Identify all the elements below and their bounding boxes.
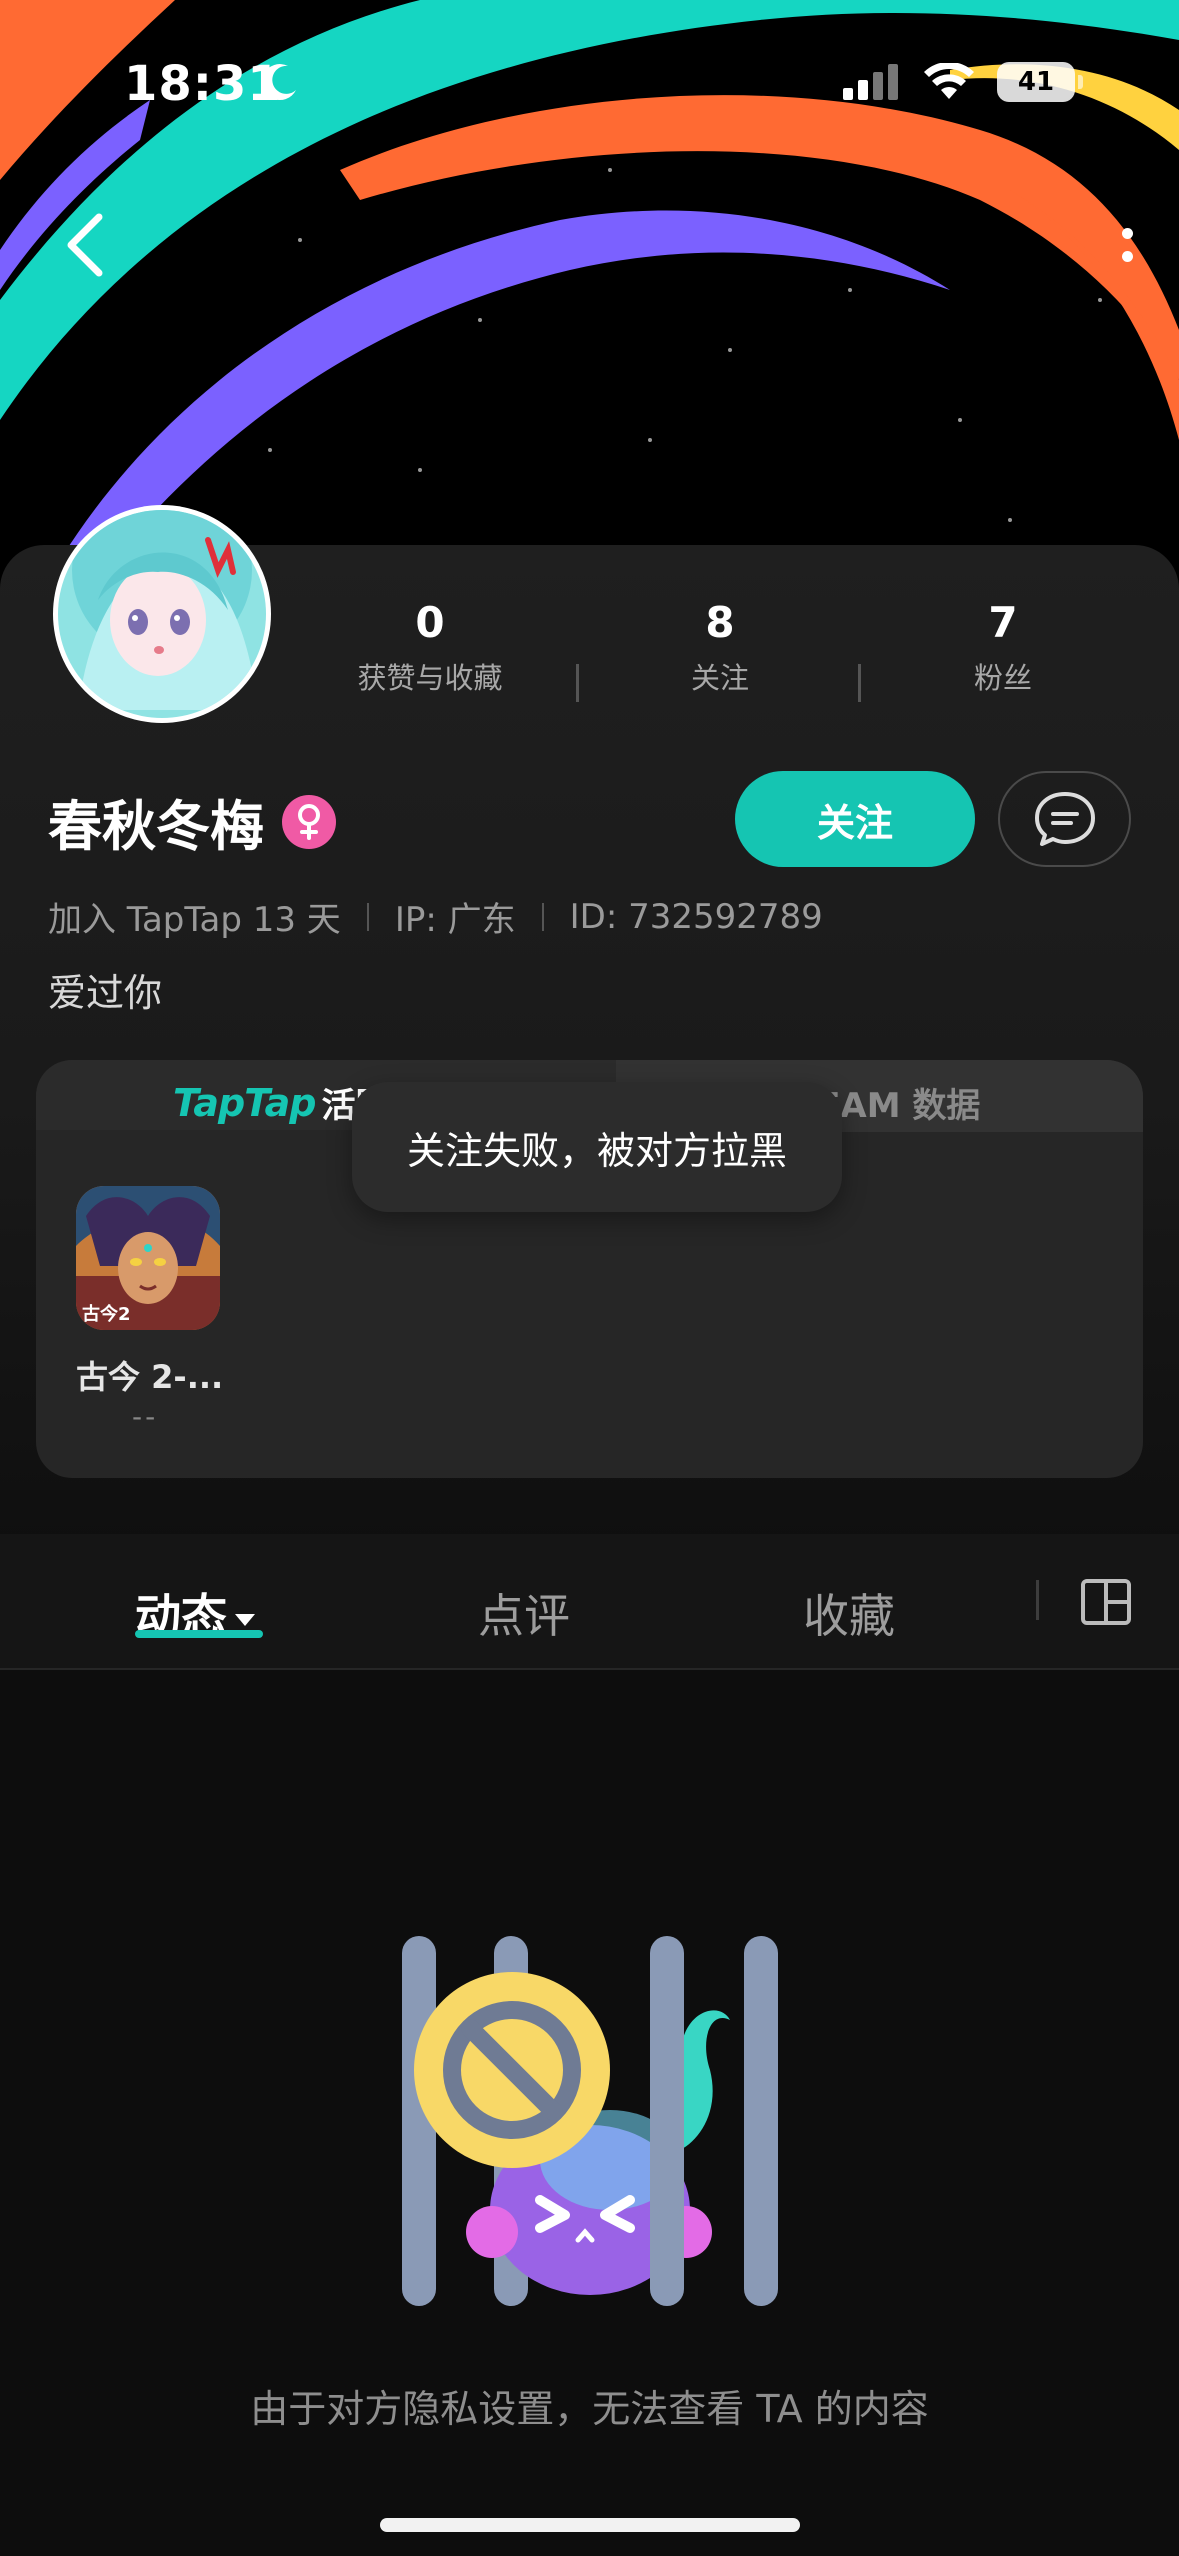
taptap-logo: TapTap	[173, 1080, 317, 1125]
avatar-image	[58, 510, 266, 718]
stat-label: 获赞与收藏	[357, 661, 503, 695]
tab-reviews[interactable]: 点评	[478, 1580, 570, 1646]
stat-following[interactable]: 8 关注	[580, 598, 860, 697]
stat-label: 粉丝	[973, 661, 1032, 695]
game-icon-caption: 古今2	[82, 1304, 131, 1325]
message-icon	[1034, 792, 1095, 846]
game-icon[interactable]: 古今2	[76, 1186, 220, 1330]
user-name: 春秋冬梅	[48, 795, 264, 858]
chevron-left-icon	[67, 213, 103, 277]
joined-days: 加入 TapTap 13 天	[48, 900, 341, 940]
status-icons: 41	[841, 62, 1083, 102]
stat-value: 0	[415, 598, 445, 647]
more-button[interactable]	[1103, 210, 1151, 280]
blocked-illustration	[380, 1910, 800, 2334]
stat-divider	[576, 664, 579, 702]
empty-state-message: 由于对方隐私设置，无法查看 TA 的内容	[250, 2387, 929, 2431]
wifi-icon	[924, 63, 974, 99]
stat-followers[interactable]: 7 粉丝	[863, 598, 1143, 697]
game-score: --	[132, 1400, 159, 1433]
more-dot	[1121, 251, 1133, 262]
tab-divider	[1036, 1580, 1039, 1620]
stat-divider	[858, 664, 861, 702]
ip-location: IP: 广东	[394, 900, 516, 940]
stat-label: 关注	[690, 661, 749, 695]
profile-meta: 加入 TapTap 13 天 IP: 广东 ID: 732592789	[48, 892, 823, 941]
meta-divider	[366, 902, 369, 931]
more-dot	[1121, 228, 1133, 239]
stat-likes[interactable]: 0 获赞与收藏	[290, 598, 570, 697]
home-indicator[interactable]	[380, 2518, 800, 2532]
meta-divider	[541, 902, 544, 931]
toast-message: 关注失败，被对方拉黑	[352, 1082, 842, 1212]
tab-favorites[interactable]: 收藏	[803, 1580, 895, 1646]
user-bio: 爱过你	[48, 971, 163, 1015]
profile-stats: 0 获赞与收藏 8 关注 7 粉丝	[290, 598, 1150, 708]
layout-toggle-button[interactable]	[1076, 1572, 1136, 1632]
caret-down-icon	[235, 1613, 255, 1626]
stat-value: 7	[988, 598, 1018, 647]
signal-icon	[843, 64, 898, 100]
female-icon	[282, 794, 336, 849]
user-id[interactable]: ID: 732592789	[570, 897, 823, 937]
moon-icon	[258, 60, 302, 108]
content-tabs: 动态 点评 收藏	[0, 1534, 1179, 1670]
active-tab-indicator	[135, 1630, 263, 1638]
game-name[interactable]: 古今 2-...	[76, 1352, 236, 1398]
layout-grid-icon	[1081, 1579, 1131, 1625]
avatar[interactable]	[53, 505, 271, 723]
stat-value: 8	[705, 598, 735, 647]
message-button[interactable]	[998, 771, 1131, 867]
name-row: 春秋冬梅	[48, 782, 336, 861]
back-button[interactable]	[50, 200, 120, 290]
battery-indicator: 41	[997, 62, 1083, 102]
follow-button[interactable]: 关注	[735, 771, 975, 867]
